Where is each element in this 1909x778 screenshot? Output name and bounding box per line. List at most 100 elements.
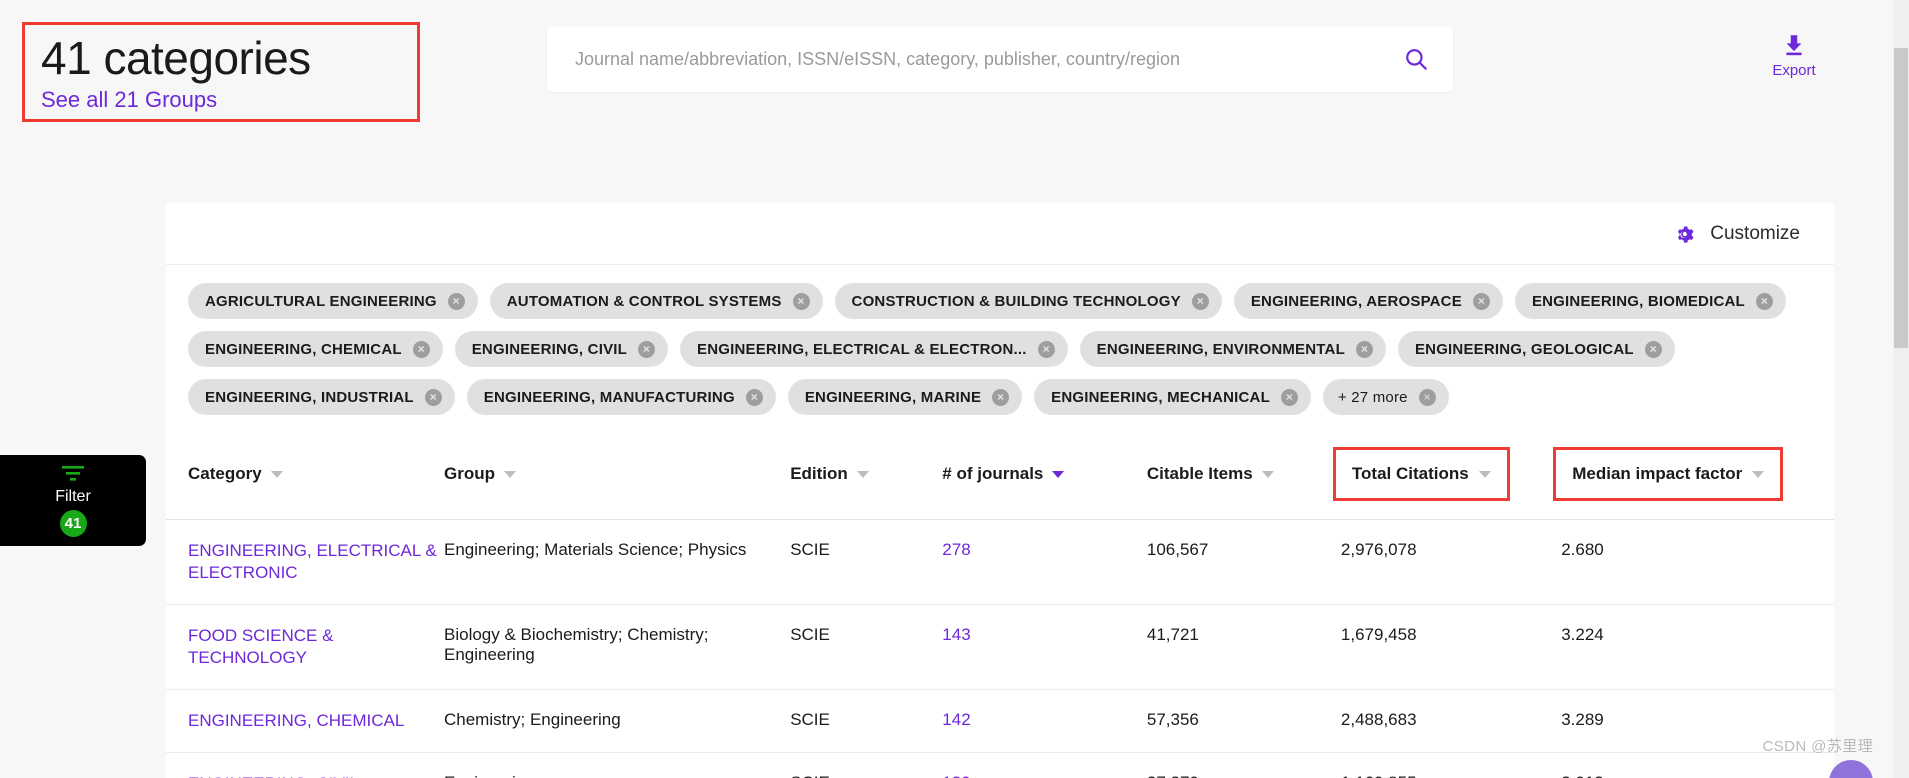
sort-caret-icon[interactable] [1752, 470, 1765, 478]
cell-median-impact-factor: 3.224 [1561, 604, 1834, 690]
journals-count-link[interactable]: 278 [942, 540, 970, 559]
total-citations-highlight-box: Total Citations [1332, 447, 1510, 501]
column-header-total-citations[interactable]: Total Citations [1332, 429, 1562, 520]
chip-engineering-marine[interactable]: ENGINEERING, MARINE × [787, 379, 1023, 415]
cell-citable-items: 41,721 [1146, 604, 1341, 690]
filter-count-badge: 41 [59, 510, 87, 537]
filter-label: Filter [55, 488, 91, 505]
table-row: ENGINEERING, ELECTRICAL & ELECTRONIC Eng… [166, 519, 1834, 605]
cell-category: FOOD SCIENCE & TECHNOLOGY [166, 604, 444, 690]
sort-caret-icon[interactable] [270, 470, 283, 478]
sort-caret-icon[interactable] [504, 470, 516, 478]
cell-journals: 278 [942, 519, 1147, 605]
chip-automation-control-systems[interactable]: AUTOMATION & CONTROL SYSTEMS × [489, 283, 823, 319]
cell-group: Chemistry; Engineering [444, 689, 791, 753]
column-header-label: Median impact factor [1572, 464, 1743, 483]
chip-remove-icon[interactable]: × [638, 340, 656, 358]
column-header-citable-items[interactable]: Citable Items [1146, 429, 1341, 520]
search-button[interactable] [1379, 27, 1453, 91]
sort-caret-icon[interactable] [856, 470, 869, 478]
chip-remove-icon[interactable]: × [447, 292, 465, 310]
categories-heading-box: 41 categories See all 21 Groups [22, 22, 420, 122]
cell-citable-items: 37,370 [1146, 752, 1341, 778]
column-header-group[interactable]: Group [444, 429, 791, 520]
chip-engineering-chemical[interactable]: ENGINEERING, CHEMICAL × [188, 331, 443, 367]
scrollbar-thumb[interactable] [1894, 48, 1908, 348]
chip-remove-icon[interactable]: × [1755, 292, 1773, 310]
cell-citable-items: 57,356 [1146, 689, 1341, 753]
category-link[interactable]: FOOD SCIENCE & TECHNOLOGY [188, 625, 444, 669]
chip-construction-building-technology[interactable]: CONSTRUCTION & BUILDING TECHNOLOGY × [834, 283, 1222, 319]
column-header-category[interactable]: Category [166, 429, 444, 520]
chip-remove-icon[interactable]: × [1472, 292, 1490, 310]
chip-remove-icon[interactable]: × [1191, 292, 1209, 310]
chip-engineering-geological[interactable]: ENGINEERING, GEOLOGICAL × [1397, 331, 1675, 367]
chip-label: AUTOMATION & CONTROL SYSTEMS [506, 292, 782, 310]
chip-label: + 27 more [1337, 388, 1408, 406]
chip-remove-icon[interactable]: × [1644, 340, 1662, 358]
chip-engineering-mechanical[interactable]: ENGINEERING, MECHANICAL × [1034, 379, 1311, 415]
cell-group: Engineering; Materials Science; Physics [444, 519, 791, 605]
table-body: ENGINEERING, ELECTRICAL & ELECTRONIC Eng… [166, 519, 1834, 778]
chip-more-categories[interactable]: + 27 more × [1322, 379, 1449, 415]
chip-engineering-civil[interactable]: ENGINEERING, CIVIL × [454, 331, 669, 367]
see-all-groups-link[interactable]: See all 21 Groups [41, 85, 217, 115]
cell-edition: SCIE [790, 752, 943, 778]
chip-engineering-manufacturing[interactable]: ENGINEERING, MANUFACTURING × [466, 379, 776, 415]
category-link[interactable]: ENGINEERING, ELECTRICAL & ELECTRONIC [188, 540, 444, 584]
sort-caret-icon[interactable] [1478, 470, 1491, 478]
page-title: 41 categories [41, 32, 311, 84]
download-icon [1786, 35, 1802, 56]
column-header-edition[interactable]: Edition [790, 429, 943, 520]
category-link[interactable]: ENGINEERING, CIVIL [188, 773, 359, 778]
table-header-row: Category Group Edition # of journals Cit… [166, 429, 1834, 520]
chip-remove-icon[interactable]: × [1355, 340, 1373, 358]
page-root: 41 categories See all 21 Groups Export [0, 0, 1909, 778]
top-bar: 41 categories See all 21 Groups Export [0, 0, 1890, 122]
table-row: ENGINEERING, CIVIL Engineering SCIE 139 … [166, 752, 1834, 778]
chip-engineering-environmental[interactable]: ENGINEERING, ENVIRONMENTAL × [1079, 331, 1386, 367]
journals-count-link[interactable]: 143 [942, 625, 970, 644]
chip-label: ENGINEERING, MARINE [804, 388, 982, 406]
chip-remove-icon[interactable]: × [745, 388, 763, 406]
search-bar[interactable] [547, 26, 1453, 92]
column-header-number-of-journals[interactable]: # of journals [942, 429, 1147, 520]
cell-citable-items: 106,567 [1146, 519, 1341, 605]
chip-remove-icon[interactable]: × [1280, 388, 1298, 406]
cell-median-impact-factor: 2.680 [1561, 519, 1834, 605]
column-header-label: Citable Items [1146, 464, 1253, 483]
chip-remove-icon[interactable]: × [412, 340, 430, 358]
category-link[interactable]: ENGINEERING, CHEMICAL [188, 710, 404, 732]
chip-remove-icon[interactable]: × [424, 388, 442, 406]
export-button[interactable]: Export [1755, 32, 1833, 79]
journals-count-link[interactable]: 142 [942, 710, 970, 729]
chip-agricultural-engineering[interactable]: AGRICULTURAL ENGINEERING × [188, 283, 478, 319]
cell-category: ENGINEERING, CIVIL [166, 752, 444, 778]
cell-total-citations: 1,679,458 [1340, 604, 1562, 690]
chip-remove-icon[interactable]: × [1037, 340, 1055, 358]
cell-edition: SCIE [790, 519, 943, 605]
journals-count-link[interactable]: 139 [942, 773, 970, 778]
chip-remove-icon[interactable]: × [992, 388, 1010, 406]
chip-label: ENGINEERING, ELECTRICAL & ELECTRON... [697, 340, 1027, 358]
cell-edition: SCIE [790, 689, 943, 753]
column-header-label: Total Citations [1351, 464, 1469, 483]
cell-journals: 143 [942, 604, 1147, 690]
panel-toolbar: Customize [166, 203, 1834, 265]
customize-button[interactable]: Customize [1673, 222, 1800, 246]
chip-label: ENGINEERING, MECHANICAL [1051, 388, 1270, 406]
filter-tab[interactable]: Filter 41 [0, 455, 146, 546]
cell-group: Biology & Biochemistry; Chemistry; Engin… [444, 604, 791, 690]
search-input[interactable] [547, 48, 1379, 70]
chip-engineering-industrial[interactable]: ENGINEERING, INDUSTRIAL × [188, 379, 455, 415]
chip-engineering-aerospace[interactable]: ENGINEERING, AEROSPACE × [1233, 283, 1503, 319]
sort-caret-icon[interactable] [1261, 470, 1274, 478]
sort-caret-icon-active[interactable] [1052, 470, 1065, 478]
cell-journals: 142 [942, 689, 1147, 753]
chip-engineering-biomedical[interactable]: ENGINEERING, BIOMEDICAL × [1514, 283, 1786, 319]
chip-remove-icon[interactable]: × [792, 292, 810, 310]
column-header-median-impact-factor[interactable]: Median impact factor [1553, 429, 1834, 520]
chip-engineering-electrical-electronic[interactable]: ENGINEERING, ELECTRICAL & ELECTRON... × [680, 331, 1068, 367]
chip-label: ENGINEERING, CHEMICAL [205, 340, 402, 358]
chip-remove-icon[interactable]: × [1418, 388, 1436, 406]
